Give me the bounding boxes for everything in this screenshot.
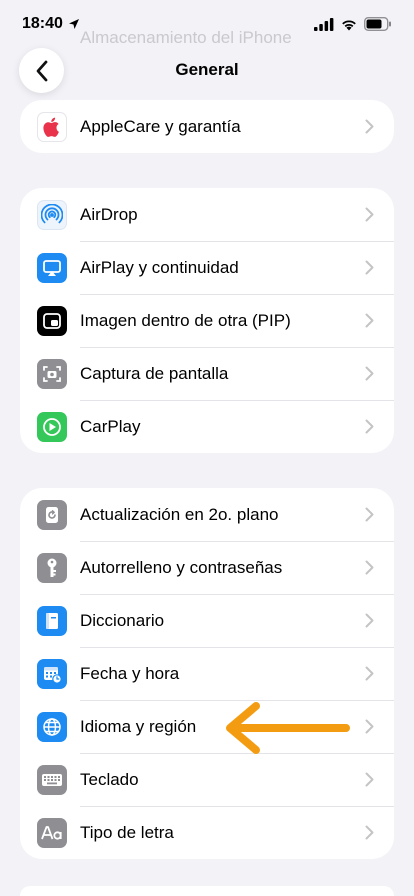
status-left: 18:40 <box>22 15 80 33</box>
settings-group-connectivity: AirDrop AirPlay y continuidad Imagen den… <box>20 188 394 453</box>
cellular-signal-icon <box>314 17 334 31</box>
row-date-time[interactable]: Fecha y hora <box>20 647 394 700</box>
chevron-right-icon <box>365 313 374 328</box>
row-label: Diccionario <box>80 610 165 630</box>
dictionary-icon <box>37 605 67 636</box>
row-fonts[interactable]: Tipo de letra <box>20 806 394 859</box>
chevron-right-icon <box>365 507 374 522</box>
row-label: Captura de pantalla <box>80 363 229 383</box>
row-airplay[interactable]: AirPlay y continuidad <box>20 241 394 294</box>
chevron-right-icon <box>365 207 374 222</box>
background-refresh-icon <box>37 499 67 530</box>
row-label: Imagen dentro de otra (PIP) <box>80 310 291 330</box>
pip-icon <box>37 305 67 336</box>
row-label: AppleCare y garantía <box>80 116 241 136</box>
status-bar: 18:40 <box>0 0 414 48</box>
chevron-right-icon <box>365 772 374 787</box>
status-time: 18:40 <box>22 15 63 32</box>
page-title: General <box>175 60 239 79</box>
row-background-refresh[interactable]: Actualización en 2o. plano <box>20 488 394 541</box>
chevron-right-icon <box>365 666 374 681</box>
font-icon <box>37 817 67 848</box>
row-label: Tipo de letra <box>80 822 174 842</box>
key-icon <box>37 552 67 583</box>
row-airdrop[interactable]: AirDrop <box>20 188 394 241</box>
row-label: AirDrop <box>80 204 138 224</box>
nav-bar: General <box>0 48 414 94</box>
battery-icon <box>364 17 391 31</box>
row-applecare[interactable]: AppleCare y garantía <box>20 100 394 153</box>
calendar-clock-icon <box>37 658 67 689</box>
wifi-icon <box>342 20 356 30</box>
chevron-right-icon <box>365 419 374 434</box>
row-label: Actualización en 2o. plano <box>80 504 279 524</box>
row-autofill-passwords[interactable]: Autorrelleno y contraseñas <box>20 541 394 594</box>
chevron-right-icon <box>365 366 374 381</box>
row-keyboard[interactable]: Teclado <box>20 753 394 806</box>
chevron-right-icon <box>365 119 374 134</box>
status-right <box>314 17 392 31</box>
globe-icon <box>37 711 67 742</box>
row-label: Teclado <box>80 769 139 789</box>
settings-group-applecare: AppleCare y garantía <box>20 100 394 153</box>
chevron-right-icon <box>365 613 374 628</box>
apple-icon <box>37 111 67 142</box>
row-label: AirPlay y continuidad <box>80 257 239 277</box>
next-group-peek <box>20 886 394 896</box>
airplay-icon <box>37 252 67 283</box>
chevron-right-icon <box>365 719 374 734</box>
location-icon <box>68 19 79 29</box>
row-label: CarPlay <box>80 416 141 436</box>
chevron-right-icon <box>365 260 374 275</box>
carplay-icon <box>37 411 67 442</box>
annotation-arrow-icon <box>226 702 350 754</box>
keyboard-icon <box>37 764 67 795</box>
chevron-right-icon <box>365 825 374 840</box>
chevron-right-icon <box>365 560 374 575</box>
screenshot-icon <box>37 358 67 389</box>
settings-group-system: Actualización en 2o. plano Autorrelleno … <box>20 488 394 859</box>
airdrop-icon <box>37 199 67 230</box>
row-label: Autorrelleno y contraseñas <box>80 557 283 577</box>
row-screenshot[interactable]: Captura de pantalla <box>20 347 394 400</box>
row-label: Fecha y hora <box>80 663 180 683</box>
row-pip[interactable]: Imagen dentro de otra (PIP) <box>20 294 394 347</box>
row-carplay[interactable]: CarPlay <box>20 400 394 453</box>
row-dictionary[interactable]: Diccionario <box>20 594 394 647</box>
